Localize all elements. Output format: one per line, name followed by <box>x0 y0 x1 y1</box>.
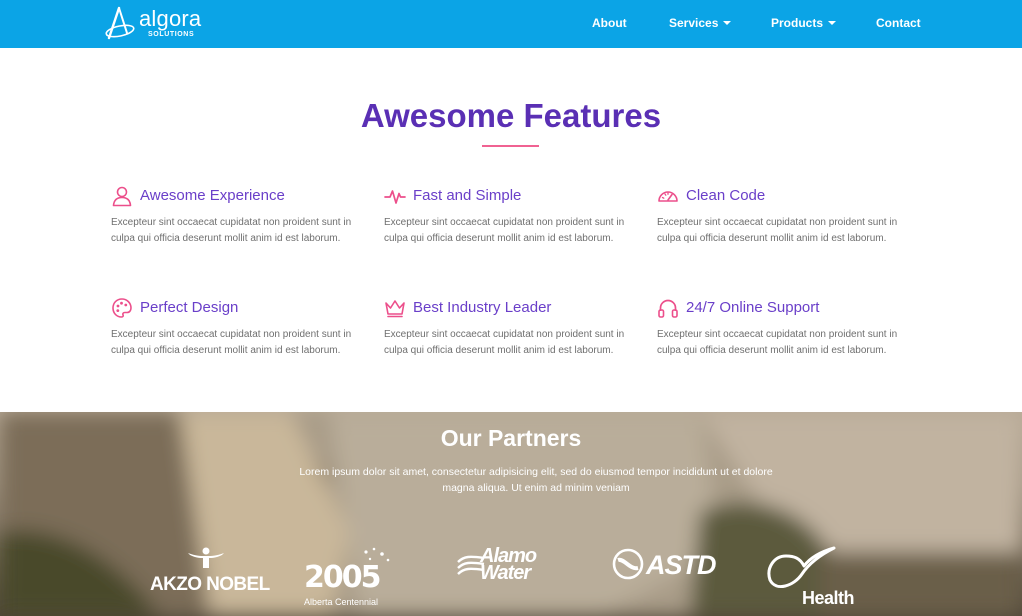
caret-down-icon <box>828 21 837 25</box>
feature-text: Excepteur sint occaecat cupidatat non pr… <box>111 217 352 244</box>
brand-name: algora <box>139 6 202 31</box>
partner-alamo-water-name: Alamo Water <box>480 545 537 584</box>
nav-contact[interactable]: Contact <box>876 16 921 30</box>
nav-products[interactable]: Products <box>771 16 837 30</box>
speedometer-icon <box>658 191 678 202</box>
feature-text: Excepteur sint occaecat cupidatat non pr… <box>384 329 625 356</box>
feature-title: Fast and Simple <box>413 187 522 204</box>
algora-logo-icon <box>105 6 135 40</box>
pulse-icon <box>384 190 406 204</box>
title-divider <box>482 145 539 147</box>
brand-logo[interactable]: algora SOLUTIONS <box>104 5 204 43</box>
nav-about[interactable]: About <box>592 16 627 30</box>
health-swoosh-icon <box>767 546 836 589</box>
partner-alberta-caption: Alberta Centennial <box>304 597 379 607</box>
features-title: Awesome Features <box>360 97 662 134</box>
feature-text: Excepteur sint occaecat cupidatat non pr… <box>657 329 898 356</box>
partner-alberta-centennial[interactable]: 2005 Alberta Centennial <box>302 546 398 612</box>
stars-icon <box>364 547 390 562</box>
partner-akzo-nobel[interactable]: AKZO NOBEL <box>148 544 270 602</box>
feature-text: Excepteur sint occaecat cupidatat non pr… <box>111 329 352 356</box>
feature-title: Perfect Design <box>140 299 239 316</box>
user-icon <box>112 186 132 207</box>
globe-icon <box>612 548 644 580</box>
partner-health[interactable]: Health <box>764 546 864 608</box>
feature-text: Excepteur sint occaecat cupidatat non pr… <box>384 217 625 244</box>
partners-title: Our Partners <box>440 425 582 451</box>
brand-tagline: SOLUTIONS <box>148 31 195 38</box>
feature-title: Awesome Experience <box>140 187 285 204</box>
partner-alamo-water[interactable]: Alamo Water <box>456 546 560 586</box>
navbar: algora SOLUTIONS About Services Products… <box>0 0 1022 48</box>
partner-astd-name: ASTD <box>646 550 716 580</box>
partner-akzo-nobel-name: AKZO NOBEL <box>150 574 270 595</box>
feature-title: Best Industry Leader <box>413 299 552 316</box>
partners-description: Lorem ipsum dolor sit amet, consectetur … <box>299 466 773 494</box>
palette-icon <box>112 298 132 318</box>
akzo-nobel-figure-icon <box>188 547 224 568</box>
feature-title: Clean Code <box>686 187 766 204</box>
nav-about-label: About <box>592 16 627 30</box>
partners-section: Our Partners Lorem ipsum dolor sit amet,… <box>0 412 1022 616</box>
crown-icon <box>385 300 405 318</box>
partner-astd[interactable]: ASTD <box>612 546 724 586</box>
nav-contact-label: Contact <box>876 16 921 30</box>
feature-title: 24/7 Online Support <box>686 299 820 316</box>
headphones-icon <box>658 299 678 318</box>
nav-services[interactable]: Services <box>669 16 732 30</box>
nav-services-label: Services <box>669 16 719 30</box>
feature-text: Excepteur sint occaecat cupidatat non pr… <box>657 217 898 244</box>
partner-health-name: Health <box>802 588 855 608</box>
caret-down-icon <box>723 21 732 25</box>
nav-products-label: Products <box>771 16 824 30</box>
